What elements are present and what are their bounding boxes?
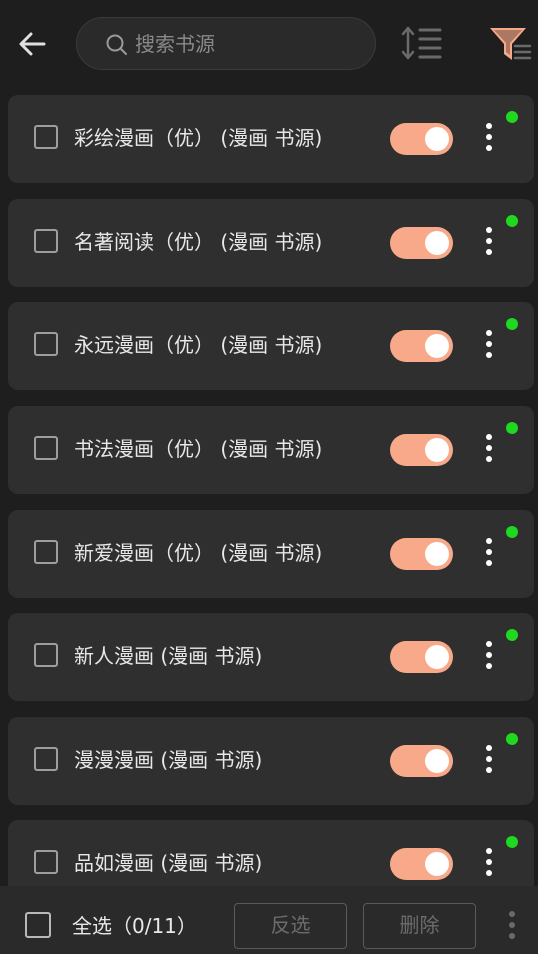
toggle-knob <box>425 231 449 255</box>
more-vertical-icon[interactable] <box>478 227 502 259</box>
enable-toggle[interactable] <box>390 848 453 880</box>
source-item[interactable]: 名著阅读（优） (漫画 书源) <box>8 199 534 287</box>
item-checkbox[interactable] <box>34 540 58 564</box>
source-name: 书法漫画（优） (漫画 书源) <box>74 437 323 461</box>
back-arrow-icon[interactable] <box>14 26 50 62</box>
source-item[interactable]: 彩绘漫画（优） (漫画 书源) <box>8 95 534 183</box>
toggle-knob <box>425 334 449 358</box>
source-name: 新人漫画 (漫画 书源) <box>74 644 263 668</box>
enable-toggle[interactable] <box>390 123 453 155</box>
source-name: 品如漫画 (漫画 书源) <box>74 851 263 875</box>
status-dot <box>506 733 518 745</box>
enable-toggle[interactable] <box>390 641 453 673</box>
source-item[interactable]: 书法漫画（优） (漫画 书源) <box>8 406 534 494</box>
more-vertical-icon[interactable] <box>478 330 502 362</box>
more-vertical-icon[interactable] <box>478 745 502 777</box>
more-vertical-icon[interactable] <box>500 911 524 943</box>
top-bar: 搜索书源 <box>0 0 538 88</box>
source-name: 新爱漫画（优） (漫画 书源) <box>74 541 323 565</box>
toggle-knob <box>425 749 449 773</box>
toggle-knob <box>425 542 449 566</box>
more-vertical-icon[interactable] <box>478 123 502 155</box>
source-name: 名著阅读（优） (漫画 书源) <box>74 230 323 254</box>
more-vertical-icon[interactable] <box>478 434 502 466</box>
toggle-knob <box>425 645 449 669</box>
search-placeholder: 搜索书源 <box>135 32 215 56</box>
source-item[interactable]: 新爱漫画（优） (漫画 书源) <box>8 510 534 598</box>
status-dot <box>506 836 518 848</box>
item-checkbox[interactable] <box>34 332 58 356</box>
enable-toggle[interactable] <box>390 434 453 466</box>
item-checkbox[interactable] <box>34 643 58 667</box>
source-item[interactable]: 品如漫画 (漫画 书源) <box>8 820 534 886</box>
enable-toggle[interactable] <box>390 745 453 777</box>
toggle-knob <box>425 127 449 151</box>
invert-selection-button[interactable]: 反选 <box>234 903 347 949</box>
status-dot <box>506 526 518 538</box>
source-item[interactable]: 新人漫画 (漫画 书源) <box>8 613 534 701</box>
status-dot <box>506 215 518 227</box>
source-item[interactable]: 永远漫画（优） (漫画 书源) <box>8 302 534 390</box>
selection-bar: 全选（0/11） 反选 删除 <box>0 886 538 954</box>
toggle-knob <box>425 438 449 462</box>
status-dot <box>506 629 518 641</box>
select-all-checkbox[interactable] <box>25 912 51 938</box>
item-checkbox[interactable] <box>34 125 58 149</box>
source-name: 漫漫漫画 (漫画 书源) <box>74 748 263 772</box>
enable-toggle[interactable] <box>390 538 453 570</box>
delete-button[interactable]: 删除 <box>363 903 476 949</box>
source-name: 彩绘漫画（优） (漫画 书源) <box>74 126 323 150</box>
source-item[interactable]: 漫漫漫画 (漫画 书源) <box>8 717 534 805</box>
item-checkbox[interactable] <box>34 747 58 771</box>
item-checkbox[interactable] <box>34 850 58 874</box>
select-all-label[interactable]: 全选（0/11） <box>72 911 197 941</box>
more-vertical-icon[interactable] <box>478 641 502 673</box>
sort-icon[interactable] <box>400 22 444 66</box>
source-name: 永远漫画（优） (漫画 书源) <box>74 333 323 357</box>
more-vertical-icon[interactable] <box>478 538 502 570</box>
search-icon <box>105 33 129 57</box>
status-dot <box>506 422 518 434</box>
item-checkbox[interactable] <box>34 436 58 460</box>
search-input[interactable]: 搜索书源 <box>76 17 376 70</box>
source-list: 彩绘漫画（优） (漫画 书源) 名著阅读（优） (漫画 书源) 永远漫画（优） … <box>0 88 538 886</box>
status-dot <box>506 318 518 330</box>
item-checkbox[interactable] <box>34 229 58 253</box>
enable-toggle[interactable] <box>390 330 453 362</box>
more-vertical-icon[interactable] <box>478 848 502 880</box>
filter-icon[interactable] <box>488 22 532 66</box>
status-dot <box>506 111 518 123</box>
toggle-knob <box>425 852 449 876</box>
enable-toggle[interactable] <box>390 227 453 259</box>
